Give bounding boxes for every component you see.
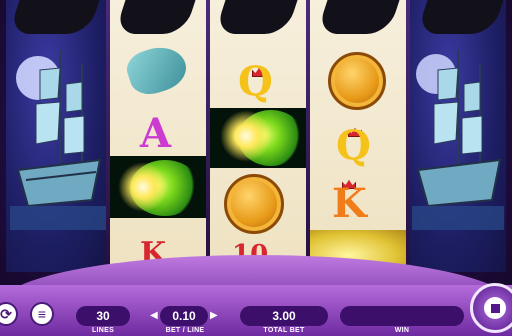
total-bet-display: 3.00	[240, 306, 328, 326]
autoplay-icon: ⟳	[0, 305, 12, 322]
stop-square-icon	[490, 303, 500, 313]
lines-display: 30	[76, 306, 130, 326]
win-label: WIN	[394, 327, 410, 334]
spin-button[interactable]	[470, 283, 512, 333]
highlight-cell	[210, 108, 306, 168]
ship-symbol	[412, 50, 504, 230]
ship-symbol	[10, 50, 106, 230]
paytable-button[interactable]: ≡	[30, 302, 54, 326]
total-bet-label: TOTAL BET	[263, 327, 305, 334]
compass-coin-symbol	[224, 174, 284, 234]
letter-k-symbol: K	[332, 180, 367, 227]
reel-3: Q 10	[210, 0, 306, 272]
lines-value: 30	[96, 309, 110, 323]
reel-4: Q K	[310, 0, 406, 272]
total-bet-value: 3.00	[272, 309, 296, 323]
spark-icon	[220, 110, 272, 162]
bet-per-line-value: 0.10	[172, 309, 196, 323]
spin-icon	[484, 297, 506, 319]
reel-1	[6, 0, 108, 272]
reel-5	[410, 0, 506, 272]
win-display	[340, 306, 464, 326]
reel-2: K A K	[110, 0, 206, 272]
wizard-hat-symbol	[122, 40, 192, 100]
letter-q-symbol: Q	[336, 122, 371, 169]
reel-area: K A K Q 10 Q K	[0, 0, 512, 280]
letter-q-symbol: Q	[238, 58, 273, 105]
bet-per-line-display: 0.10	[160, 306, 208, 326]
lines-label: LINES	[91, 327, 115, 334]
highlight-cell	[110, 156, 206, 218]
bet-decrease-button[interactable]: ◀	[150, 310, 158, 321]
bet-per-line-label: BET / LINE	[165, 327, 205, 334]
bet-increase-button[interactable]: ▶	[210, 310, 218, 321]
letter-a-symbol: A	[140, 110, 172, 157]
slot-game: K A K Q 10 Q K	[0, 0, 512, 336]
compass-coin-symbol	[328, 52, 386, 110]
spark-icon	[118, 162, 168, 212]
paytable-icon: ≡	[37, 306, 47, 322]
